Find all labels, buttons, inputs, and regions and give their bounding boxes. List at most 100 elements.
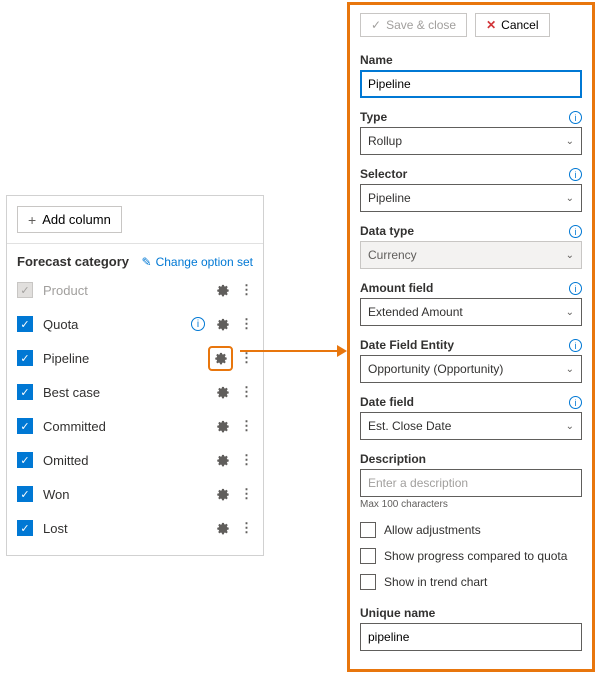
list-item: ✓ Best case ⋮ — [13, 375, 257, 409]
date-entity-label: Date Field Entity — [360, 338, 454, 352]
item-actions: ⋮ — [215, 282, 253, 298]
date-field-value: Est. Close Date — [368, 419, 451, 433]
info-icon[interactable]: i — [569, 225, 582, 238]
allow-adjust-label: Allow adjustments — [384, 523, 481, 537]
add-column-button[interactable]: + Add column — [17, 206, 122, 233]
checkbox[interactable]: ✓ — [17, 520, 33, 536]
checkbox-icon — [360, 548, 376, 564]
item-actions: ⋮ — [215, 384, 253, 400]
show-trend-checkbox[interactable]: Show in trend chart — [360, 574, 582, 590]
list-item: ✓ Committed ⋮ — [13, 409, 257, 443]
item-label: Committed — [43, 419, 215, 434]
chevron-down-icon: ⌄ — [566, 421, 574, 432]
item-label: Won — [43, 487, 215, 502]
info-icon[interactable]: i — [191, 317, 205, 331]
selector-value: Pipeline — [368, 191, 411, 205]
show-progress-checkbox[interactable]: Show progress compared to quota — [360, 548, 582, 564]
more-icon[interactable]: ⋮ — [240, 384, 253, 400]
allow-adjustments-checkbox[interactable]: Allow adjustments — [360, 522, 582, 538]
gear-icon[interactable] — [208, 346, 233, 371]
list-item: ✓ Lost ⋮ — [13, 511, 257, 545]
gear-icon[interactable] — [215, 385, 230, 400]
cancel-button[interactable]: ✕ Cancel — [475, 13, 549, 37]
show-trend-label: Show in trend chart — [384, 575, 487, 589]
item-actions: ⋮ — [215, 452, 253, 468]
checkbox[interactable]: ✓ — [17, 384, 33, 400]
info-icon[interactable]: i — [569, 339, 582, 352]
category-list: ✓Product⋮✓Quotai⋮✓Pipeline⋮✓Best case⋮✓C… — [7, 273, 263, 555]
save-close-button[interactable]: ✓ Save & close — [360, 13, 467, 37]
selector-label: Selector — [360, 167, 407, 181]
more-icon[interactable]: ⋮ — [240, 316, 253, 332]
connector-arrow — [240, 350, 345, 352]
item-label: Quota — [43, 317, 191, 332]
name-input[interactable] — [360, 70, 582, 98]
check-icon: ✓ — [371, 18, 381, 32]
item-label: Product — [43, 283, 215, 298]
checkbox[interactable]: ✓ — [17, 486, 33, 502]
x-icon: ✕ — [486, 18, 496, 32]
gear-icon[interactable] — [215, 283, 230, 298]
date-entity-value: Opportunity (Opportunity) — [368, 362, 503, 376]
chevron-down-icon: ⌄ — [566, 364, 574, 375]
checkbox: ✓ — [17, 282, 33, 298]
panel-title: Forecast category — [17, 254, 129, 269]
more-icon[interactable]: ⋮ — [240, 520, 253, 536]
info-icon[interactable]: i — [569, 396, 582, 409]
panel-toolbar: + Add column — [7, 196, 263, 244]
more-icon[interactable]: ⋮ — [240, 282, 253, 298]
cancel-label: Cancel — [501, 18, 538, 32]
chevron-down-icon: ⌄ — [566, 136, 574, 147]
item-label: Omitted — [43, 453, 215, 468]
description-hint: Max 100 characters — [360, 499, 582, 510]
checkbox-icon — [360, 574, 376, 590]
gear-icon[interactable] — [215, 419, 230, 434]
description-label: Description — [360, 452, 426, 466]
gear-icon[interactable] — [215, 521, 230, 536]
info-icon[interactable]: i — [569, 168, 582, 181]
item-label: Lost — [43, 521, 215, 536]
item-actions: ⋮ — [215, 418, 253, 434]
amount-label: Amount field — [360, 281, 433, 295]
checkbox[interactable]: ✓ — [17, 452, 33, 468]
description-input[interactable] — [360, 469, 582, 497]
name-label: Name — [360, 53, 393, 67]
selector-select[interactable]: Pipeline ⌄ — [360, 184, 582, 212]
more-icon[interactable]: ⋮ — [240, 350, 253, 366]
pencil-icon: ✎ — [142, 255, 152, 269]
item-label: Best case — [43, 385, 215, 400]
item-actions: i⋮ — [191, 316, 253, 332]
more-icon[interactable]: ⋮ — [240, 418, 253, 434]
change-option-set-link[interactable]: ✎ Change option set — [142, 255, 253, 269]
gear-icon[interactable] — [215, 453, 230, 468]
gear-icon[interactable] — [215, 317, 230, 332]
type-select[interactable]: Rollup ⌄ — [360, 127, 582, 155]
chevron-down-icon: ⌄ — [566, 250, 574, 261]
checkbox[interactable]: ✓ — [17, 418, 33, 434]
item-actions: ⋮ — [215, 520, 253, 536]
checkbox[interactable]: ✓ — [17, 316, 33, 332]
info-icon[interactable]: i — [569, 111, 582, 124]
list-item: ✓ Won ⋮ — [13, 477, 257, 511]
checkbox-icon — [360, 522, 376, 538]
more-icon[interactable]: ⋮ — [240, 486, 253, 502]
forecast-category-panel: + Add column Forecast category ✎ Change … — [6, 195, 264, 556]
change-option-label: Change option set — [156, 255, 253, 269]
more-icon[interactable]: ⋮ — [240, 452, 253, 468]
datatype-select: Currency ⌄ — [360, 241, 582, 269]
item-label: Pipeline — [43, 351, 208, 366]
amount-select[interactable]: Extended Amount ⌄ — [360, 298, 582, 326]
info-icon[interactable]: i — [569, 282, 582, 295]
date-entity-select[interactable]: Opportunity (Opportunity) ⌄ — [360, 355, 582, 383]
checkbox[interactable]: ✓ — [17, 350, 33, 366]
gear-icon[interactable] — [215, 487, 230, 502]
column-editor-panel: ✓ Save & close ✕ Cancel Name Type i Roll… — [347, 2, 595, 672]
list-item: ✓Quotai⋮ — [13, 307, 257, 341]
datatype-label: Data type — [360, 224, 414, 238]
unique-name-input[interactable] — [360, 623, 582, 651]
save-close-label: Save & close — [386, 18, 456, 32]
type-value: Rollup — [368, 134, 402, 148]
plus-icon: + — [28, 213, 36, 227]
list-item: ✓ Product ⋮ — [13, 273, 257, 307]
date-field-select[interactable]: Est. Close Date ⌄ — [360, 412, 582, 440]
